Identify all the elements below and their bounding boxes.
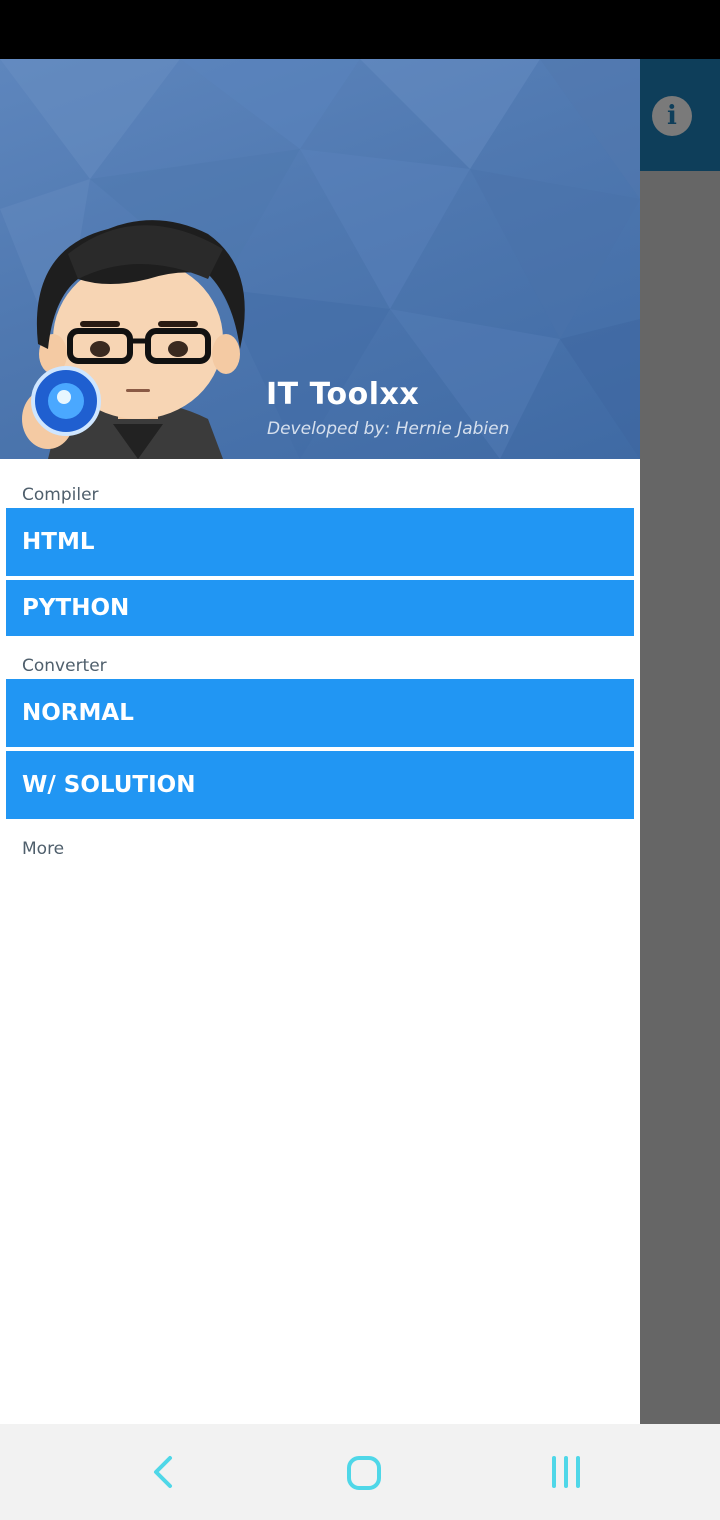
html-compiler-button[interactable]: HTML xyxy=(6,508,634,576)
avatar xyxy=(22,220,245,459)
solution-converter-button[interactable]: W/ SOLUTION xyxy=(6,751,634,819)
drawer-header: IT Toolxx Developed by: Hernie Jabien xyxy=(0,59,640,459)
home-icon[interactable] xyxy=(344,1454,384,1492)
background-toolbar: i xyxy=(640,59,720,171)
normal-converter-button[interactable]: NORMAL xyxy=(6,679,634,747)
section-label-compiler: Compiler xyxy=(22,485,99,505)
section-label-converter: Converter xyxy=(22,656,107,676)
system-navigation-bar xyxy=(0,1424,720,1520)
section-label-more: More xyxy=(22,839,65,859)
background-app-scrim[interactable]: i xyxy=(640,59,720,1424)
status-bar xyxy=(0,0,720,59)
back-icon[interactable] xyxy=(150,1454,178,1490)
developer-credit: Developed by: Hernie Jabien xyxy=(267,419,510,439)
recent-apps-icon[interactable] xyxy=(546,1454,586,1490)
navigation-drawer: IT Toolxx Developed by: Hernie Jabien Co… xyxy=(0,59,640,1424)
info-icon[interactable]: i xyxy=(652,96,692,136)
python-compiler-button[interactable]: PYTHON xyxy=(6,580,634,636)
app-name: IT Toolxx xyxy=(266,377,420,412)
